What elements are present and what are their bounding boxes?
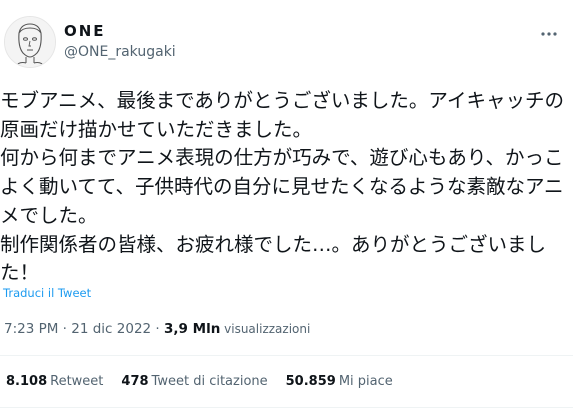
- quotes-label: Tweet di citazione: [151, 374, 268, 389]
- tweet-meta: 7:23 PM · 21 dic 2022 · 3,9 Mln visualiz…: [4, 321, 310, 337]
- author-names: ONE @ONE_rakugaki: [64, 22, 176, 62]
- retweets-stat[interactable]: 8.108 Retweet: [6, 374, 103, 389]
- views-label: visualizzazioni: [220, 322, 311, 336]
- translate-tweet-link[interactable]: Traduci il Tweet: [3, 286, 91, 300]
- tweet-header: ONE @ONE_rakugaki: [4, 16, 569, 76]
- more-options-icon: [541, 32, 557, 36]
- author-display-name[interactable]: ONE: [64, 22, 176, 40]
- likes-stat[interactable]: 50.859 Mi piace: [286, 374, 393, 389]
- retweets-count: 8.108: [6, 374, 48, 389]
- tweet-card: ONE @ONE_rakugaki モブアニメ、最後までありがとうございました。…: [0, 0, 573, 418]
- avatar-sketch-icon: [5, 17, 55, 67]
- likes-count: 50.859: [285, 374, 336, 389]
- tweet-timestamp[interactable]: 7:23 PM · 21 dic 2022 ·: [4, 321, 164, 337]
- divider: [0, 355, 573, 356]
- retweets-label: Retweet: [50, 374, 104, 389]
- tweet-stats: 8.108 Retweet 478 Tweet di citazione 50.85…: [6, 374, 411, 389]
- author-handle[interactable]: @ONE_rakugaki: [64, 42, 176, 62]
- quote-tweets-stat[interactable]: 478 Tweet di citazione: [121, 374, 267, 389]
- quotes-count: 478: [121, 374, 149, 389]
- tweet-text: モブアニメ、最後までありがとうございました。アイキャッチの原画だけ描かせていただ…: [0, 89, 564, 285]
- divider: [0, 407, 573, 408]
- avatar[interactable]: [4, 16, 56, 68]
- likes-label: Mi piace: [338, 374, 393, 389]
- more-options-button[interactable]: [535, 22, 563, 46]
- views-count[interactable]: 3,9 Mln: [164, 321, 220, 337]
